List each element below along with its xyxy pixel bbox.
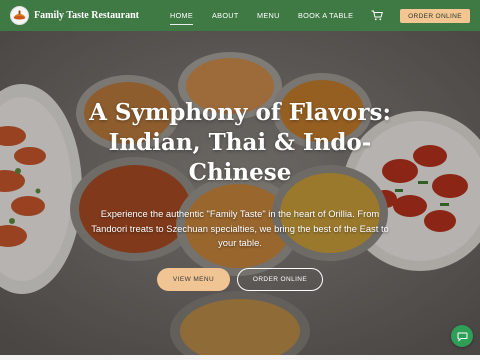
site-header: Family Taste Restaurant HOME ABOUT MENU … — [0, 0, 480, 31]
nav-book-a-table[interactable]: BOOK A TABLE — [298, 11, 353, 20]
view-menu-button[interactable]: VIEW MENU — [157, 268, 230, 291]
brand-name: Family Taste Restaurant — [34, 10, 139, 21]
brand-link[interactable]: Family Taste Restaurant — [10, 6, 139, 25]
hero-title: A Symphony of Flavors: Indian, Thai & In… — [89, 99, 391, 186]
hero-order-online-button[interactable]: ORDER ONLINE — [237, 268, 323, 291]
page-bottom-strip — [0, 355, 480, 360]
nav-about[interactable]: ABOUT — [212, 11, 239, 20]
nav-home[interactable]: HOME — [170, 11, 194, 25]
cart-icon[interactable] — [371, 10, 383, 21]
chat-button[interactable] — [451, 325, 473, 347]
food-background-image — [0, 31, 480, 355]
chat-icon — [457, 332, 467, 342]
hero-subtitle: Experience the authentic "Family Taste" … — [91, 208, 389, 248]
header-order-online-button[interactable]: ORDER ONLINE — [400, 9, 470, 23]
logo-icon — [10, 6, 29, 25]
nav-menu[interactable]: MENU — [257, 11, 280, 20]
hero-section: A Symphony of Flavors: Indian, Thai & In… — [0, 31, 480, 355]
